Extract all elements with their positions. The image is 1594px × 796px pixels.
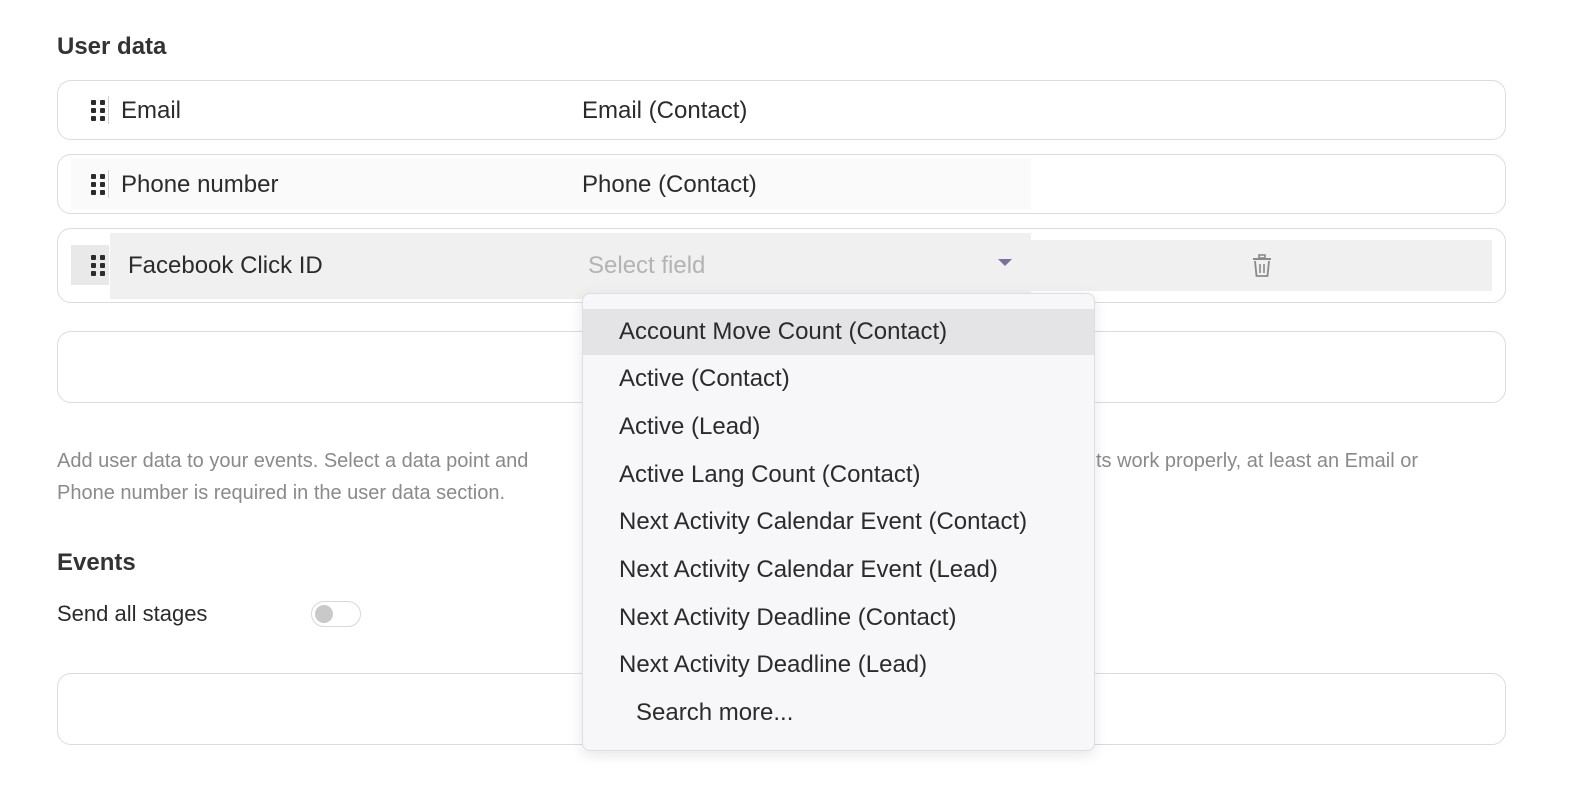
- search-more-option[interactable]: Search more...: [583, 690, 1094, 736]
- dropdown-option[interactable]: Next Activity Calendar Event (Lead): [583, 547, 1094, 593]
- events-title: Events: [57, 549, 136, 576]
- dropdown-option[interactable]: Active (Lead): [583, 404, 1094, 450]
- user-data-title: User data: [57, 33, 167, 60]
- help-text-line1-right: ts work properly, at least an Email or: [1096, 450, 1418, 472]
- drag-handle[interactable]: [71, 245, 109, 285]
- user-data-row-email: Email Email (Contact): [57, 80, 1506, 140]
- user-data-row-phone: Phone number Phone (Contact): [57, 154, 1506, 214]
- drag-handle-icon: [91, 100, 105, 121]
- drag-handle-icon: [91, 174, 105, 195]
- dropdown-option[interactable]: Next Activity Deadline (Contact): [583, 595, 1094, 641]
- dropdown-option[interactable]: Next Activity Deadline (Lead): [583, 642, 1094, 688]
- trash-icon[interactable]: [1251, 254, 1273, 278]
- row-field-value[interactable]: Email (Contact): [582, 97, 747, 125]
- dropdown-option[interactable]: Account Move Count (Contact): [583, 309, 1094, 355]
- select-field-input[interactable]: Select field: [588, 252, 705, 280]
- send-all-stages-label: Send all stages: [57, 601, 208, 626]
- drag-handle[interactable]: [71, 164, 109, 204]
- drag-handle-icon: [91, 255, 105, 276]
- row-label: Facebook Click ID: [128, 252, 323, 279]
- help-text-line2: Phone number is required in the user dat…: [57, 482, 506, 504]
- user-data-row-facebook-click-id: Facebook Click ID Select field: [57, 228, 1506, 303]
- caret-down-icon[interactable]: [998, 259, 1012, 266]
- toggle-knob: [315, 605, 333, 623]
- dropdown-option[interactable]: Active (Contact): [583, 356, 1094, 402]
- row-label: Email: [121, 97, 182, 124]
- row-field-value[interactable]: Phone (Contact): [582, 171, 757, 199]
- drag-handle[interactable]: [71, 90, 109, 130]
- select-field-dropdown: Account Move Count (Contact) Active (Con…: [582, 293, 1095, 751]
- send-all-stages-toggle[interactable]: [311, 601, 361, 627]
- dropdown-option[interactable]: Active Lang Count (Contact): [583, 452, 1094, 498]
- row-label: Phone number: [121, 171, 279, 198]
- help-text-line1-left: Add user data to your events. Select a d…: [57, 450, 529, 472]
- dropdown-option[interactable]: Next Activity Calendar Event (Contact): [583, 499, 1094, 545]
